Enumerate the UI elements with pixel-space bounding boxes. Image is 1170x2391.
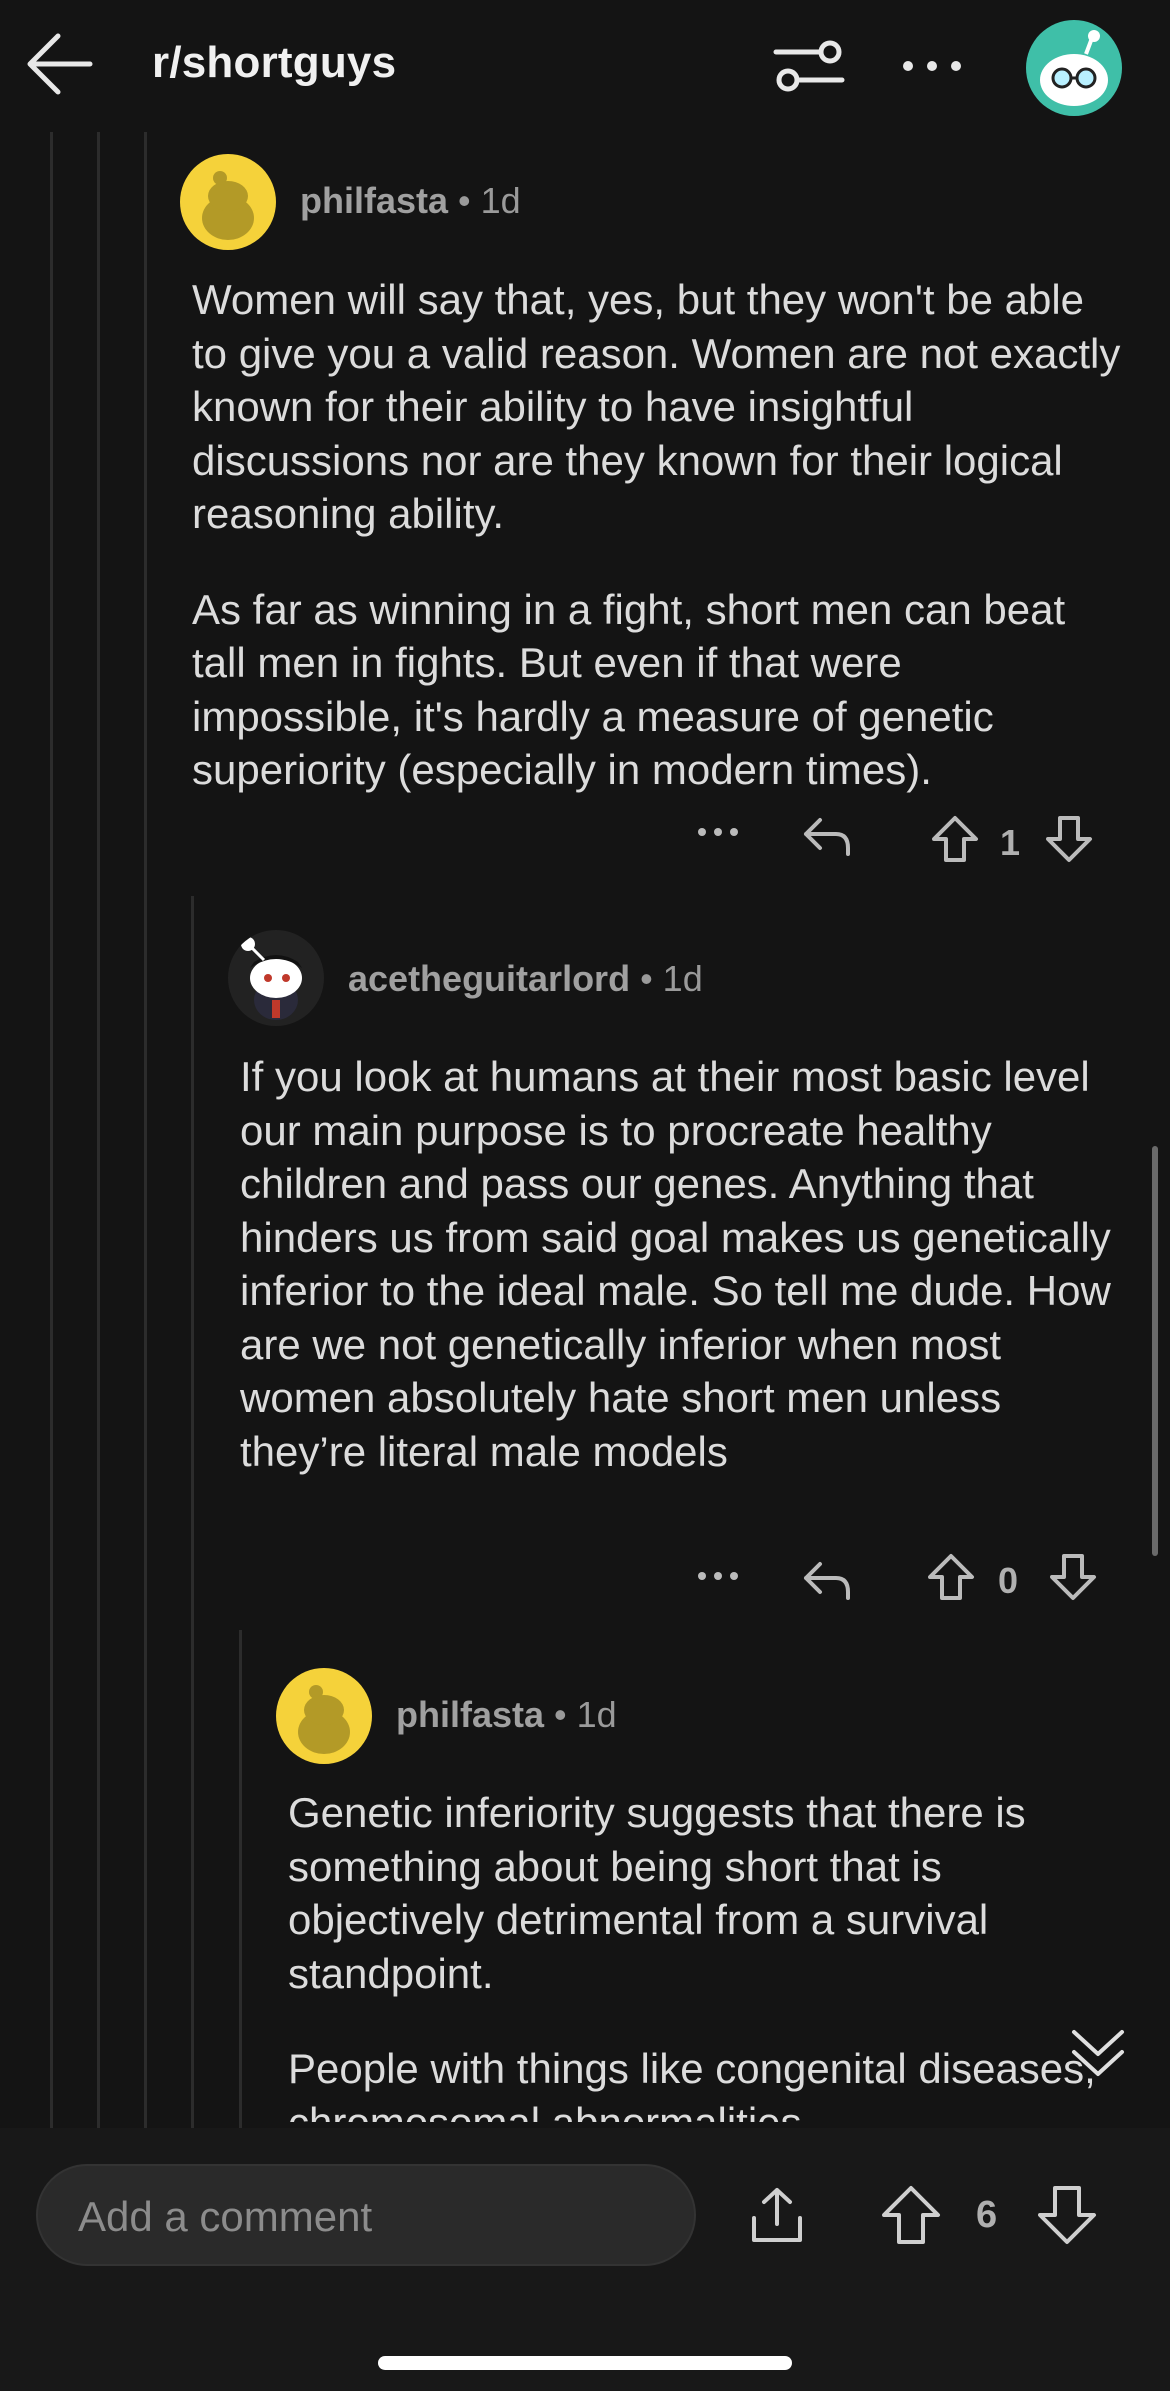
- bottom-bar: Add a comment 6: [0, 2128, 1170, 2391]
- comment-placeholder: Add a comment: [78, 2193, 373, 2240]
- comment-paragraph: Women will say that, yes, but they won't…: [192, 276, 1121, 537]
- username[interactable]: acetheguitarlord: [348, 958, 630, 999]
- separator: •: [640, 958, 653, 999]
- thread-line-5[interactable]: [239, 1630, 242, 2128]
- comment-age: 1d: [480, 180, 521, 221]
- username[interactable]: philfasta: [396, 1694, 544, 1735]
- user-avatar-icon[interactable]: [180, 154, 276, 250]
- more-options-icon[interactable]: [696, 822, 744, 842]
- scrollbar[interactable]: [1152, 1146, 1158, 1556]
- back-arrow-icon[interactable]: [22, 28, 94, 100]
- top-bar: r/shortguys: [0, 0, 1170, 132]
- username[interactable]: philfasta: [300, 180, 448, 221]
- comment-body: Genetic inferiority suggests that there …: [288, 1786, 1128, 2122]
- share-icon[interactable]: [746, 2184, 808, 2246]
- reply-icon[interactable]: [800, 1558, 852, 1602]
- more-options-icon[interactable]: [696, 1566, 744, 1586]
- comment-body: If you look at humans at their most basi…: [240, 1050, 1120, 1520]
- thread-line-3[interactable]: [144, 132, 147, 2128]
- upvote-icon[interactable]: [930, 814, 980, 864]
- separator: •: [554, 1694, 567, 1735]
- subreddit-title[interactable]: r/shortguys: [152, 38, 396, 88]
- vote-count: 0: [998, 1560, 1019, 1601]
- reply-icon[interactable]: [800, 814, 852, 858]
- thread-line-2[interactable]: [97, 132, 100, 2128]
- user-avatar-icon[interactable]: [228, 930, 324, 1026]
- filter-sliders-icon[interactable]: [772, 36, 846, 96]
- comment-paragraph: If you look at humans at their most basi…: [240, 1053, 1111, 1475]
- upvote-icon[interactable]: [926, 1552, 976, 1602]
- thread-line-1[interactable]: [50, 132, 53, 2128]
- thread-line-4[interactable]: [191, 896, 194, 2128]
- comment-body: Women will say that, yes, but they won't…: [192, 273, 1122, 839]
- upvote-icon[interactable]: [880, 2184, 942, 2246]
- user-avatar-icon[interactable]: [276, 1668, 372, 1764]
- comment-input[interactable]: Add a comment: [36, 2164, 696, 2266]
- user-avatar-icon[interactable]: [1026, 20, 1122, 116]
- downvote-icon[interactable]: [1036, 2184, 1098, 2246]
- downvote-icon[interactable]: [1048, 1552, 1098, 1602]
- comment-paragraph: People with things like congenital disea…: [288, 2045, 1096, 2122]
- downvote-icon[interactable]: [1044, 814, 1094, 864]
- comment-paragraph: Genetic inferiority suggests that there …: [288, 1789, 1026, 1997]
- separator: •: [458, 180, 471, 221]
- comment-age: 1d: [662, 958, 703, 999]
- post-vote-count: 6: [976, 2194, 998, 2236]
- comment-age: 1d: [576, 1694, 617, 1735]
- more-options-icon[interactable]: [900, 54, 964, 78]
- chevron-down-icon[interactable]: [1070, 2026, 1126, 2082]
- comment-paragraph: As far as winning in a fight, short men …: [192, 585, 1066, 794]
- home-indicator[interactable]: [378, 2356, 792, 2370]
- vote-count: 1: [1000, 822, 1021, 863]
